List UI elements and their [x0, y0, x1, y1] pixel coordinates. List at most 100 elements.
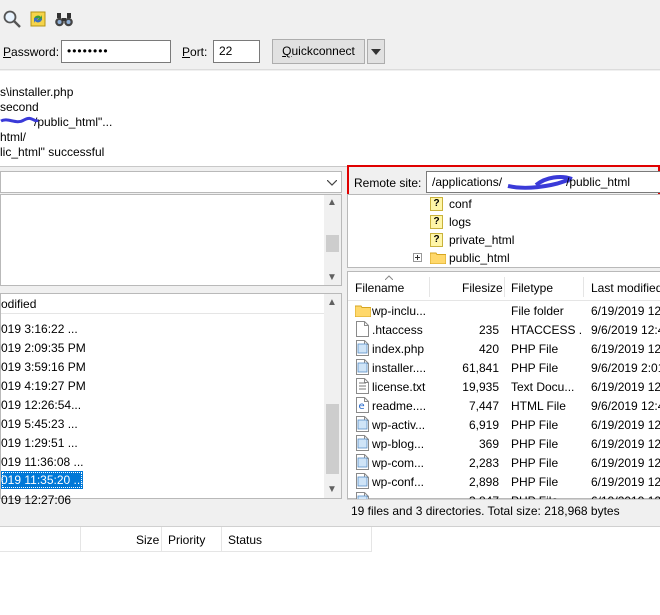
redaction-scribble	[0, 116, 39, 124]
quickconnect-history-dropdown[interactable]	[367, 39, 385, 64]
remote-site-path-input[interactable]: /applications/ /public_html	[426, 171, 660, 193]
binoculars-icon[interactable]	[54, 9, 74, 29]
remote-modified-cell: 6/19/2019 12:	[591, 342, 660, 356]
scroll-up-icon[interactable]: ▲	[327, 298, 337, 308]
php-file-icon	[356, 473, 369, 489]
local-file-row[interactable]: 019 3:16:22 ...	[1, 319, 324, 338]
log-line: html/	[0, 130, 27, 144]
local-file-row[interactable]: 019 5:45:23 ...	[1, 414, 324, 433]
port-field[interactable]: 22	[213, 40, 260, 63]
remote-file-row[interactable]: 3,847PHP File6/19/2019 12:	[348, 491, 660, 499]
local-file-row[interactable]: 019 2:09:35 PM	[1, 338, 324, 357]
remote-filesize-cell: 369	[478, 437, 499, 451]
remote-filename-cell: wp-inclu...	[372, 304, 427, 318]
php-file-icon	[356, 359, 369, 375]
column-header-last-modified[interactable]: odified	[1, 297, 36, 311]
remote-filename-cell: installer....	[372, 361, 427, 375]
column-header-last-modified[interactable]: Last modified	[591, 281, 660, 295]
remote-filesize-cell: 2,898	[468, 475, 499, 489]
local-site-path-combobox[interactable]	[0, 171, 342, 193]
local-modified-cell: 019 12:27:06	[1, 493, 72, 507]
remote-file-row[interactable]: wp-com... 2,283 PHP File 6/19/2019 12:	[348, 453, 660, 472]
local-file-row[interactable]: 019 11:36:08 ...	[1, 452, 324, 471]
log-line: /public_html"...	[34, 115, 113, 129]
remote-file-row[interactable]: wp-inclu... File folder 6/19/2019 12:	[348, 301, 660, 320]
transfer-queue[interactable]: Size Priority Status	[0, 526, 660, 615]
password-field[interactable]: ••••••••	[61, 40, 171, 63]
remote-file-row[interactable]: license.txt 19,935 Text Docu... 6/19/2019 1…	[348, 377, 660, 396]
remote-file-row[interactable]: wp-blog... 369 PHP File 6/19/2019 12:	[348, 434, 660, 453]
message-log[interactable]: s\installer.php second /public_html"... …	[0, 71, 660, 167]
php-file-icon	[356, 492, 369, 499]
chevron-down-icon	[371, 49, 381, 55]
remote-file-row[interactable]: wp-conf... 2,898 PHP File 6/19/2019 12:	[348, 472, 660, 491]
local-file-row[interactable]: 019 12:26:54...	[1, 395, 324, 414]
synchronized-browsing-icon[interactable]	[28, 9, 48, 29]
remote-file-row[interactable]: .htaccess 235 HTACCESS ... 9/6/2019 12:4	[348, 320, 660, 339]
local-file-row[interactable]: 019 12:27:06	[1, 490, 324, 509]
remote-file-row[interactable]: wp-activ... 6,919 PHP File 6/19/2019 12:	[348, 415, 660, 434]
remote-filename-cell: readme....	[372, 399, 427, 413]
remote-path-start: /applications/	[432, 175, 503, 189]
toolbar	[0, 0, 660, 36]
scroll-down-icon[interactable]: ▼	[327, 273, 337, 283]
local-file-row[interactable]: 019 4:19:27 PM	[1, 376, 324, 395]
scrollbar-thumb[interactable]	[326, 404, 339, 474]
tree-item-conf[interactable]: conf	[449, 197, 472, 211]
local-modified-cell: 019 11:36:08 ...	[1, 455, 84, 469]
remote-file-list[interactable]: Filename Filesize Filetype Last modified…	[347, 271, 660, 499]
scroll-down-icon[interactable]: ▼	[327, 485, 337, 495]
remote-directory-tree[interactable]: ? conf ? logs ? private_html public_html	[347, 194, 660, 268]
local-modified-cell: 019 2:09:35 PM	[1, 341, 86, 355]
local-modified-cell: 019 5:45:23 ...	[1, 417, 78, 431]
remote-filename-cell: wp-conf...	[372, 475, 425, 489]
remote-filesize-cell: 61,841	[462, 361, 499, 375]
remote-filesize-cell: 7,447	[468, 399, 499, 413]
quickconnect-button[interactable]: Quickconnect	[272, 39, 365, 64]
tree-item-public-html[interactable]: public_html	[449, 251, 510, 265]
remote-filetype-cell: PHP File	[511, 475, 559, 489]
scroll-up-icon[interactable]: ▲	[327, 198, 337, 208]
html-file-icon: e	[356, 397, 369, 413]
local-file-row[interactable]: 019 11:35:20 ...	[1, 471, 324, 490]
remote-filetype-cell: HTML File	[511, 399, 566, 413]
remote-modified-cell: 6/19/2019 12:	[591, 418, 660, 432]
log-line: lic_html" successful	[0, 145, 105, 159]
column-header-filetype[interactable]: Filetype	[511, 281, 553, 295]
scrollbar-thumb[interactable]	[326, 235, 339, 252]
local-list-header: odified	[1, 294, 324, 314]
folder-icon	[355, 305, 371, 317]
local-file-row[interactable]: 019 1:29:51 ...	[1, 433, 324, 452]
column-header-filesize[interactable]: Filesize	[462, 281, 503, 295]
queue-column-priority[interactable]: Priority	[168, 533, 205, 547]
tree-expand-icon[interactable]	[413, 253, 422, 262]
column-header-filename[interactable]: Filename	[355, 281, 404, 295]
php-file-icon	[356, 454, 369, 470]
local-list-scrollbar[interactable]: ▲ ▼	[324, 294, 341, 498]
tree-item-logs[interactable]: logs	[449, 215, 471, 229]
local-modified-cell: 019 3:59:16 PM	[1, 360, 86, 374]
remote-modified-cell: 9/6/2019 2:01	[591, 361, 660, 375]
remote-filesize-cell: 235	[478, 323, 499, 337]
remote-file-row[interactable]: index.php 420 PHP File 6/19/2019 12:	[348, 339, 660, 358]
remote-filetype-cell: PHP File	[511, 456, 559, 470]
local-file-list[interactable]: odified 019 3:16:22 ... 019 2:09:35 PM 019…	[0, 293, 342, 507]
local-modified-cell: 019 3:16:22 ...	[1, 322, 78, 336]
remote-filetype-cell: PHP File	[511, 437, 559, 451]
remote-filetype-cell: PHP File	[511, 418, 559, 432]
remote-file-row[interactable]: e readme.... 7,447 HTML File 9/6/2019 12:4	[348, 396, 660, 415]
search-remote-files-icon[interactable]	[2, 9, 22, 29]
file-icon	[356, 321, 369, 337]
local-file-row[interactable]: 019 3:59:16 PM	[1, 357, 324, 376]
queue-column-status[interactable]: Status	[228, 533, 262, 547]
local-directory-tree[interactable]: ▲ ▼	[0, 194, 342, 286]
text-file-icon	[356, 378, 369, 394]
unknown-folder-icon: ?	[430, 233, 443, 247]
remote-file-row[interactable]: installer.... 61,841 PHP File 9/6/2019 2:01	[348, 358, 660, 377]
php-file-icon	[356, 435, 369, 451]
tree-item-private-html[interactable]: private_html	[449, 233, 514, 247]
local-tree-scrollbar[interactable]: ▲ ▼	[324, 195, 341, 285]
queue-column-size[interactable]: Size	[136, 533, 159, 547]
password-label: Password:	[3, 45, 60, 59]
queue-header: Size Priority Status	[0, 527, 372, 552]
